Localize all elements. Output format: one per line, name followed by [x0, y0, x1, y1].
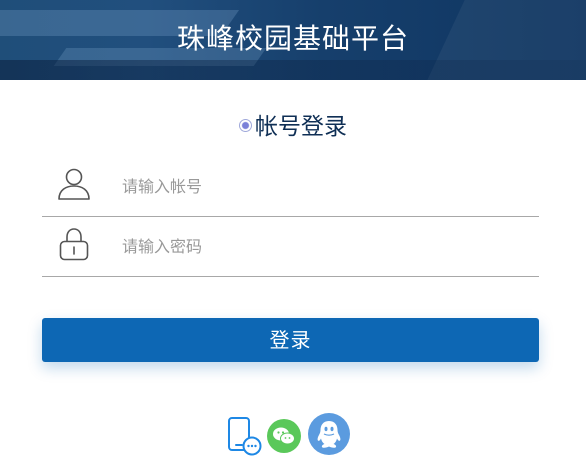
alt-login-options [0, 410, 586, 458]
password-field [42, 218, 539, 277]
tab-account-login[interactable]: 帐号登录 [0, 110, 586, 144]
header-banner: 珠峰校园基础平台 [0, 0, 586, 80]
login-button[interactable]: 登录 [42, 318, 539, 362]
password-input[interactable] [120, 230, 524, 262]
login-page: 珠峰校园基础平台 帐号登录 登录 [0, 0, 586, 473]
radio-selected-icon [239, 119, 252, 132]
wechat-icon[interactable] [266, 418, 302, 454]
username-input[interactable] [120, 170, 524, 202]
lock-icon [56, 226, 92, 262]
phone-chat-icon[interactable] [227, 416, 263, 456]
tab-account-login-label: 帐号登录 [255, 114, 347, 140]
qq-icon[interactable] [307, 412, 351, 456]
username-field [42, 158, 539, 217]
user-icon [56, 166, 92, 202]
page-title: 珠峰校园基础平台 [176, 22, 409, 55]
